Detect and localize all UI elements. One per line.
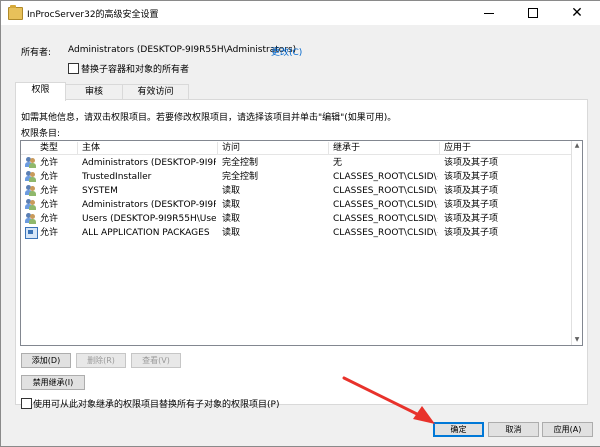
annotation-arrow xyxy=(342,376,435,424)
tab-permissions[interactable]: 权限 xyxy=(15,82,66,101)
security-settings-window: InProcServer32的高级安全设置 ✕ 所有者: Administrat… xyxy=(0,0,600,447)
